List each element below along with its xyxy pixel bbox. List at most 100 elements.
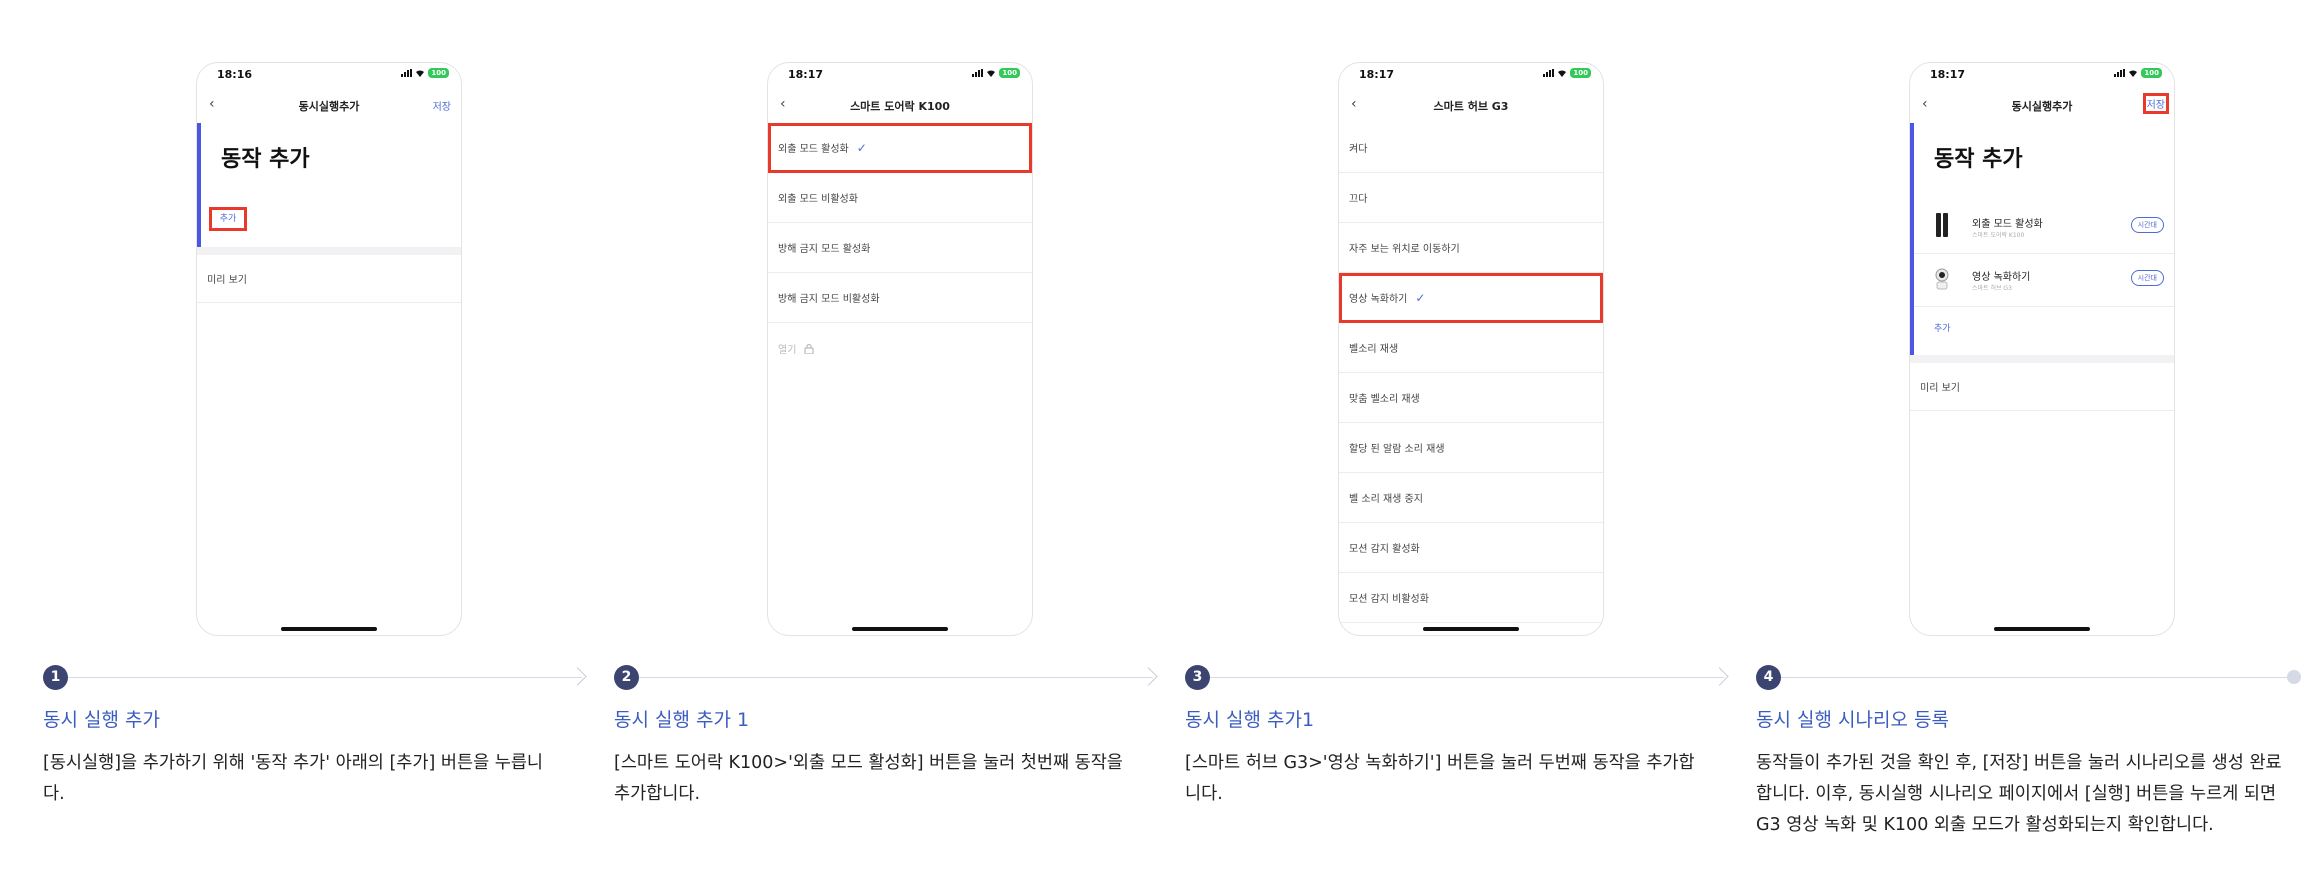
- action-device: 스마트 도어락 K100: [1972, 232, 2025, 239]
- item-label: 끄다: [1349, 194, 1368, 205]
- schedule-pill[interactable]: 시간대: [2130, 270, 2164, 286]
- item-label: 벨소리 재생: [1349, 344, 1399, 355]
- action-name: 영상 녹화하기: [1972, 272, 2031, 283]
- status-time: 18:17: [1359, 68, 1395, 81]
- arrow-right-icon: [1139, 667, 1158, 686]
- item-label: 열기: [778, 344, 797, 356]
- battery-icon: 100: [428, 68, 449, 78]
- nav-bar: ‹ 동시실행추가 저장: [197, 87, 461, 123]
- home-indicator: [1994, 627, 2090, 631]
- home-indicator: [281, 627, 377, 631]
- timeline-line-4: [1769, 677, 2289, 678]
- action-item-alarm-sound[interactable]: 할당 된 알람 소리 재생: [1339, 423, 1603, 473]
- item-label: 모션 감지 활성화: [1349, 544, 1420, 555]
- add-button[interactable]: 추가: [209, 207, 247, 231]
- phone-screen-1: 18:16 100 ‹ 동시실행추가 저장 동작 추가 추가 미리 보기: [196, 62, 462, 636]
- status-time: 18:17: [788, 68, 824, 81]
- item-label: 자주 보는 위치로 이동하기: [1349, 244, 1460, 255]
- item-label: 모션 감지 비활성화: [1349, 594, 1429, 605]
- status-bar: 18:16 100: [197, 63, 461, 87]
- action-item-stop-ringtone[interactable]: 벨 소리 재생 중지: [1339, 473, 1603, 523]
- step-number-2: 2: [614, 665, 639, 690]
- signal-icon: [401, 69, 413, 77]
- status-icons: 100: [1543, 68, 1591, 78]
- preview-row[interactable]: 미리 보기: [1910, 363, 2174, 411]
- battery-icon: 100: [1570, 68, 1591, 78]
- check-icon: ✓: [856, 140, 867, 155]
- signal-icon: [972, 69, 984, 77]
- wifi-icon: [2129, 70, 2138, 77]
- action-item-dnd-off[interactable]: 방해 금지 모드 비활성화: [768, 273, 1032, 323]
- section-accent-bar: [197, 123, 201, 247]
- step-desc-4: 동작들이 추가된 것을 확인 후, [저장] 버튼을 눌러 시나리오를 생성 완…: [1756, 753, 2282, 835]
- preview-label: 미리 보기: [207, 275, 247, 286]
- action-item-custom-ringtone[interactable]: 맞춤 벨소리 재생: [1339, 373, 1603, 423]
- action-name: 외출 모드 활성화: [1972, 219, 2043, 230]
- home-indicator: [1423, 627, 1519, 631]
- action-item-away-mode-on[interactable]: 외출 모드 활성화 ✓: [768, 123, 1032, 173]
- wifi-icon: [1558, 70, 1567, 77]
- arrow-right-icon: [568, 667, 587, 686]
- item-label: 외출 모드 비활성화: [778, 194, 858, 205]
- nav-bar: ‹ 동시실행추가 저장: [1910, 87, 2174, 123]
- status-icons: 100: [972, 68, 1020, 78]
- timeline-line-1: [56, 677, 582, 678]
- action-item-ringtone[interactable]: 벨소리 재생: [1339, 323, 1603, 373]
- item-label: 영상 녹화하기: [1349, 294, 1408, 305]
- nav-bar: ‹ 스마트 허브 G3: [1339, 87, 1603, 123]
- item-label: 방해 금지 모드 비활성화: [778, 294, 880, 305]
- nav-title: 스마트 도어락 K100: [850, 100, 950, 113]
- status-bar: 18:17 100: [768, 63, 1032, 87]
- item-label: 방해 금지 모드 활성화: [778, 244, 871, 255]
- status-icons: 100: [2114, 68, 2162, 78]
- step-title-4: 동시 실행 시나리오 등록: [1756, 709, 1949, 731]
- wifi-icon: [416, 70, 425, 77]
- status-bar: 18:17 100: [1339, 63, 1603, 87]
- nav-bar: ‹ 스마트 도어락 K100: [768, 87, 1032, 123]
- battery-icon: 100: [2141, 68, 2162, 78]
- section-title: 동작 추가: [1934, 147, 2023, 172]
- action-item-turn-off[interactable]: 끄다: [1339, 173, 1603, 223]
- arrow-right-icon: [1710, 667, 1729, 686]
- item-label: 맞춤 벨소리 재생: [1349, 394, 1420, 405]
- phone-screen-4: 18:17 100 ‹ 동시실행추가 저장 동작 추가 외출 모드 활성화 스마…: [1909, 62, 2175, 636]
- schedule-pill[interactable]: 시간대: [2130, 217, 2164, 233]
- step-desc-1: [동시실행]을 추가하기 위해 '동작 추가' 아래의 [추가] 버튼을 누릅니…: [43, 753, 544, 804]
- status-bar: 18:17 100: [1910, 63, 2174, 87]
- status-icons: 100: [401, 68, 449, 78]
- section-title: 동작 추가: [221, 147, 310, 172]
- action-list: 외출 모드 활성화 스마트 도어락 K100 시간대 영상 녹화하기 스마트 허…: [1914, 201, 2174, 307]
- divider: [1910, 355, 2174, 363]
- step-desc-2: [스마트 도어락 K100>'외출 모드 활성화] 버튼을 눌러 첫번째 동작을…: [614, 753, 1123, 804]
- door-lock-icon: [1936, 213, 1948, 237]
- timeline-line-3: [1198, 677, 1724, 678]
- add-button[interactable]: 추가: [1934, 321, 1951, 334]
- nav-title: 동시실행추가: [2011, 100, 2073, 113]
- item-label: 켜다: [1349, 144, 1368, 155]
- action-row-away-mode[interactable]: 외출 모드 활성화 스마트 도어락 K100 시간대: [1914, 201, 2174, 254]
- action-item-away-mode-off[interactable]: 외출 모드 비활성화: [768, 173, 1032, 223]
- check-icon: ✓: [1415, 290, 1426, 305]
- step-title-2: 동시 실행 추가 1: [614, 709, 750, 731]
- wifi-icon: [987, 70, 996, 77]
- action-row-record-video[interactable]: 영상 녹화하기 스마트 허브 G3 시간대: [1914, 254, 2174, 307]
- action-item-dnd-on[interactable]: 방해 금지 모드 활성화: [768, 223, 1032, 273]
- step-desc-3: [스마트 허브 G3>'영상 녹화하기'] 버튼을 눌러 두번째 동작을 추가합…: [1185, 753, 1695, 804]
- preview-label: 미리 보기: [1920, 383, 1960, 394]
- lock-icon: [804, 343, 815, 354]
- action-item-motion-on[interactable]: 모션 감지 활성화: [1339, 523, 1603, 573]
- phone-screen-3: 18:17 100 ‹ 스마트 허브 G3 켜다 끄다 자주 보는 위치로 이동…: [1338, 62, 1604, 636]
- action-item-open: 열기: [768, 323, 1032, 373]
- step-number-4: 4: [1756, 665, 1781, 690]
- save-button[interactable]: 저장: [431, 97, 453, 114]
- item-label: 할당 된 알람 소리 재생: [1349, 444, 1445, 455]
- action-item-move-favorite[interactable]: 자주 보는 위치로 이동하기: [1339, 223, 1603, 273]
- action-item-record-video[interactable]: 영상 녹화하기 ✓: [1339, 273, 1603, 323]
- divider: [197, 247, 461, 255]
- action-item-motion-off[interactable]: 모션 감지 비활성화: [1339, 573, 1603, 623]
- step-number-1: 1: [43, 665, 68, 690]
- action-item-turn-on[interactable]: 켜다: [1339, 123, 1603, 173]
- preview-row[interactable]: 미리 보기: [197, 255, 461, 303]
- save-button[interactable]: 저장: [2142, 93, 2169, 114]
- status-time: 18:17: [1930, 68, 1966, 81]
